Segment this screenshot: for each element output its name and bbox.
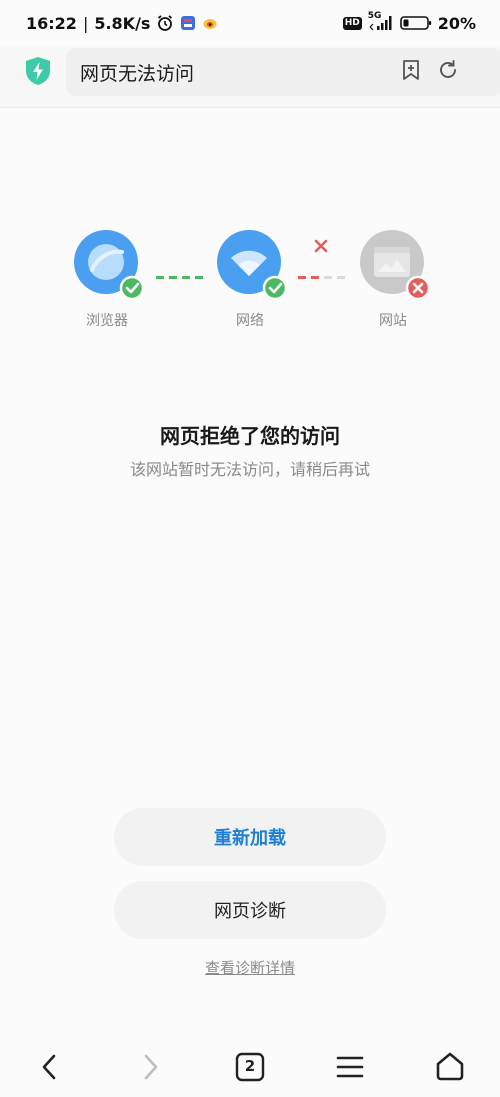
error-subtitle: 该网站暂时无法访问，请稍后再试	[129, 460, 370, 479]
website-icon	[360, 230, 431, 301]
battery-icon	[399, 15, 432, 31]
reload-button[interactable]: 重新加载	[114, 808, 386, 866]
bottom-nav: 2	[0, 1040, 500, 1097]
hd-icon: HD	[342, 16, 362, 30]
tabs-icon[interactable]: 2	[233, 1050, 267, 1084]
status-time: 16:22	[26, 13, 77, 33]
network-label: 网络	[236, 313, 264, 329]
connection-error-icon	[314, 238, 328, 257]
wifi-icon	[217, 230, 288, 301]
browser-label: 浏览器	[86, 313, 128, 329]
alarm-icon	[156, 14, 174, 32]
connection-diagram: 浏览器 网络 网站	[0, 220, 500, 340]
signal-icon: 5G	[367, 11, 394, 32]
weibo-icon	[202, 15, 218, 31]
status-bar: 16:22 | 5.8K/s HD 5G 20%	[0, 0, 500, 46]
website-label: 网站	[379, 313, 407, 329]
link-network-website	[298, 264, 346, 279]
network-speed: 5.8K/s	[94, 13, 151, 33]
diagnosis-details-link[interactable]: 查看诊断详情	[0, 957, 500, 978]
error-title: 网页拒绝了您的访问	[160, 424, 340, 448]
status-right: HD 5G 20%	[342, 11, 476, 33]
add-bookmark-icon[interactable]	[399, 58, 423, 82]
status-left: 16:22 | 5.8K/s	[26, 14, 218, 33]
status-separator: |	[82, 13, 89, 33]
address-title[interactable]: 网页无法访问	[80, 59, 194, 86]
diagnose-button[interactable]: 网页诊断	[114, 881, 386, 939]
tab-count: 2	[244, 1057, 256, 1075]
browser-icon	[74, 230, 145, 301]
app-notification-icon	[180, 15, 196, 31]
refresh-icon[interactable]	[436, 58, 460, 82]
network-type-label: 5G	[367, 11, 382, 21]
shield-icon[interactable]	[24, 56, 52, 86]
menu-icon[interactable]	[333, 1050, 367, 1084]
link-browser-network	[156, 264, 204, 279]
home-icon[interactable]	[433, 1050, 467, 1084]
battery-level: 20%	[437, 13, 476, 33]
address-bar: 网页无法访问	[0, 46, 500, 108]
forward-icon[interactable]	[133, 1050, 167, 1084]
back-icon[interactable]	[33, 1050, 67, 1084]
